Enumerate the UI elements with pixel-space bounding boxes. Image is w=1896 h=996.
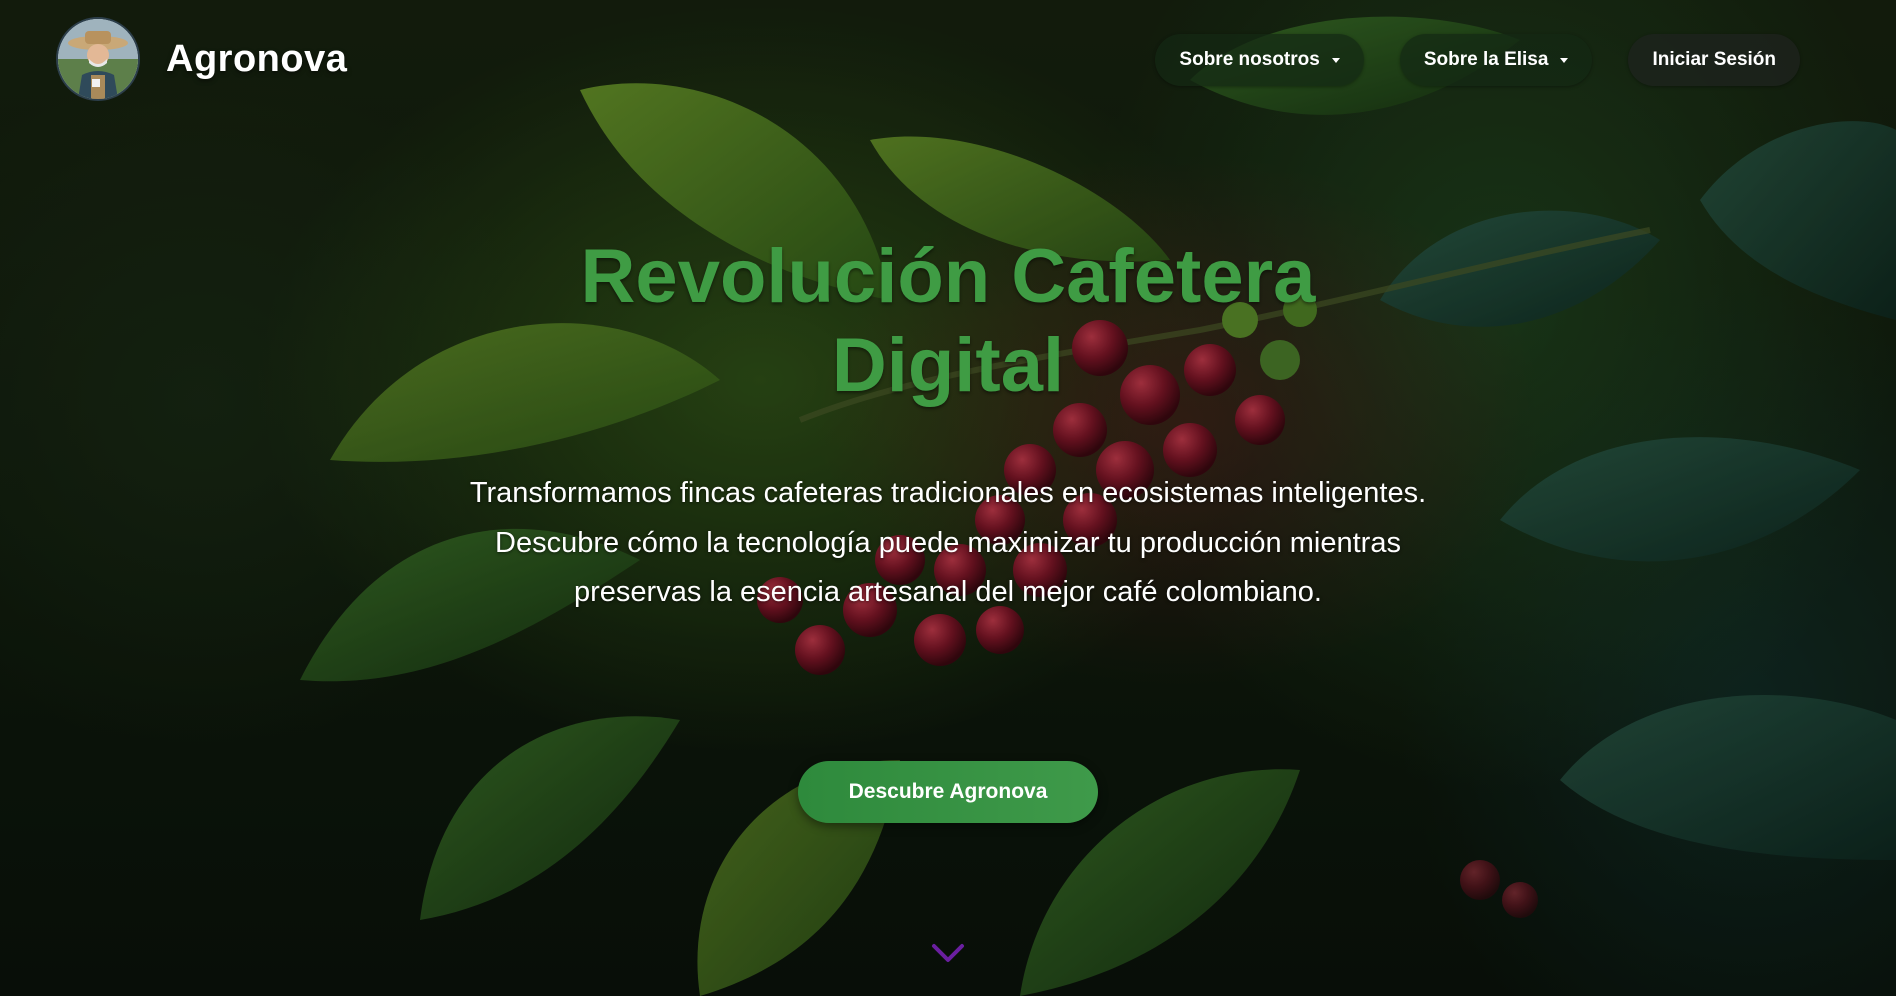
hero-description: Transformamos fincas cafeteras tradicion… (469, 477, 1427, 608)
discover-agronova-label: Descubre Agronova (848, 780, 1048, 803)
hero-title-line-2: Digital (831, 323, 1065, 408)
caret-down-icon (1560, 57, 1569, 63)
brand-name: Agronova (166, 37, 348, 80)
nav-about-elisa-dropdown[interactable]: Sobre la Elisa (1399, 34, 1593, 86)
hero-title-line-1: Revolución Cafetera (580, 234, 1316, 319)
brand-logo-link[interactable]: Agronova (56, 17, 347, 101)
farmer-avatar-icon (56, 17, 140, 101)
login-label: Iniciar Sesión (1652, 49, 1776, 70)
discover-agronova-button[interactable]: Descubre Agronova (798, 761, 1098, 823)
hero-section: Agronova Sobre nosotros Sobre la Elisa I… (0, 0, 1896, 996)
hero-title: Revolución Cafetera Digital (448, 232, 1448, 410)
nav-about-us-label: Sobre nosotros (1179, 49, 1320, 70)
nav-about-elisa-label: Sobre la Elisa (1423, 49, 1549, 70)
main-nav: Sobre nosotros Sobre la Elisa Iniciar Se… (1155, 34, 1800, 86)
nav-about-us-dropdown[interactable]: Sobre nosotros (1155, 34, 1364, 86)
caret-down-icon (1331, 57, 1340, 63)
login-button[interactable]: Iniciar Sesión (1628, 34, 1800, 86)
chevron-down-icon[interactable] (930, 940, 966, 966)
